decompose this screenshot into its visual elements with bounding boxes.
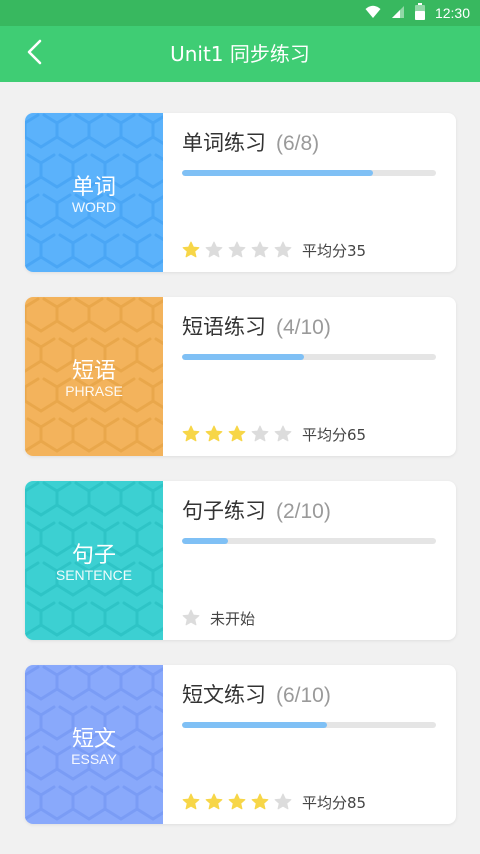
card-content: 短语练习 (4/10) 平均分65 bbox=[163, 297, 456, 456]
card-status: 平均分65 bbox=[302, 425, 367, 444]
star-empty-icon bbox=[274, 793, 292, 810]
category-tile: 单词 WORD bbox=[25, 113, 163, 272]
rating-stars bbox=[182, 241, 292, 259]
star-filled-icon bbox=[228, 793, 246, 810]
category-name: 短语 bbox=[71, 359, 116, 384]
progress-bar bbox=[182, 722, 436, 728]
star-empty-icon bbox=[228, 241, 246, 258]
exercise-card-phrase[interactable]: 短语 PHRASE 短语练习 (4/10) 平均分65 bbox=[25, 297, 456, 456]
star-filled-icon bbox=[182, 425, 200, 442]
star-filled-icon bbox=[205, 425, 223, 442]
page-title: Unit1 同步练习 bbox=[170, 42, 310, 66]
battery-icon bbox=[414, 2, 425, 24]
card-content: 单词练习 (6/8) 平均分35 bbox=[163, 113, 456, 272]
progress-bar bbox=[182, 354, 436, 360]
category-tile: 短文 ESSAY bbox=[25, 665, 163, 824]
exercise-card-essay[interactable]: 短文 ESSAY 短文练习 (6/10) 平均分85 bbox=[25, 665, 456, 824]
star-filled-icon bbox=[182, 241, 200, 258]
star-empty-icon bbox=[274, 241, 292, 258]
category-name-en: ESSAY bbox=[71, 751, 117, 767]
app-bar: Unit1 同步练习 bbox=[0, 26, 480, 82]
progress-bar bbox=[182, 538, 436, 544]
exercise-card-word[interactable]: 单词 WORD 单词练习 (6/8) 平均分35 bbox=[25, 113, 456, 272]
card-title: 单词练习 bbox=[182, 131, 266, 155]
card-heading: 单词练习 (6/8) bbox=[182, 127, 319, 157]
progress-fill bbox=[182, 538, 228, 544]
category-name-en: PHRASE bbox=[65, 383, 123, 399]
signal-icon bbox=[391, 4, 405, 23]
progress-fill bbox=[182, 354, 304, 360]
category-name-en: SENTENCE bbox=[55, 567, 133, 583]
star-filled-icon bbox=[205, 793, 223, 810]
card-footer: 平均分65 bbox=[182, 423, 366, 445]
wifi-icon bbox=[365, 4, 381, 23]
rating-stars bbox=[182, 793, 292, 811]
star-filled-icon bbox=[228, 425, 246, 442]
card-title: 短文练习 bbox=[182, 683, 266, 707]
card-heading: 短文练习 (6/10) bbox=[182, 679, 331, 709]
category-tile: 句子 SENTENCE bbox=[25, 481, 163, 640]
card-heading: 短语练习 (4/10) bbox=[182, 311, 331, 341]
card-content: 短文练习 (6/10) 平均分85 bbox=[163, 665, 456, 824]
star-empty-icon bbox=[182, 609, 200, 626]
card-count: (4/10) bbox=[276, 316, 331, 339]
card-status: 平均分35 bbox=[302, 241, 367, 260]
rating-stars bbox=[182, 609, 200, 627]
star-empty-icon bbox=[251, 241, 269, 258]
card-content: 句子练习 (2/10) 未开始 bbox=[163, 481, 456, 640]
progress-bar bbox=[182, 170, 436, 176]
category-name-en: WORD bbox=[71, 199, 117, 215]
card-status: 平均分85 bbox=[302, 793, 367, 812]
category-name: 短文 bbox=[71, 727, 116, 752]
star-empty-icon bbox=[251, 425, 269, 442]
status-time: 12:30 bbox=[434, 5, 470, 21]
status-icons: 12:30 bbox=[365, 2, 470, 24]
rating-stars bbox=[182, 425, 292, 443]
progress-fill bbox=[182, 170, 373, 176]
star-empty-icon bbox=[205, 241, 223, 258]
card-footer: 平均分85 bbox=[182, 791, 366, 813]
card-footer: 未开始 bbox=[182, 607, 255, 629]
card-count: (2/10) bbox=[276, 500, 331, 523]
card-title: 句子练习 bbox=[182, 499, 266, 523]
exercise-card-sentence[interactable]: 句子 SENTENCE 句子练习 (2/10) 未开始 bbox=[25, 481, 456, 640]
star-filled-icon bbox=[251, 793, 269, 810]
card-count: (6/8) bbox=[276, 132, 320, 155]
card-status: 未开始 bbox=[210, 609, 256, 628]
star-empty-icon bbox=[274, 425, 292, 442]
card-heading: 句子练习 (2/10) bbox=[182, 495, 331, 525]
star-filled-icon bbox=[182, 793, 200, 810]
category-name: 单词 bbox=[71, 175, 116, 200]
exercise-list: 单词 WORD 单词练习 (6/8) 平均分35 短语 PHRASE 短语练习 (4/10) 平均… bbox=[25, 113, 456, 849]
progress-fill bbox=[182, 722, 327, 728]
category-name: 句子 bbox=[71, 543, 116, 568]
status-bar: 12:30 bbox=[0, 0, 480, 26]
category-tile: 短语 PHRASE bbox=[25, 297, 163, 456]
card-footer: 平均分35 bbox=[182, 239, 366, 261]
card-title: 短语练习 bbox=[182, 315, 266, 339]
card-count: (6/10) bbox=[276, 684, 331, 707]
